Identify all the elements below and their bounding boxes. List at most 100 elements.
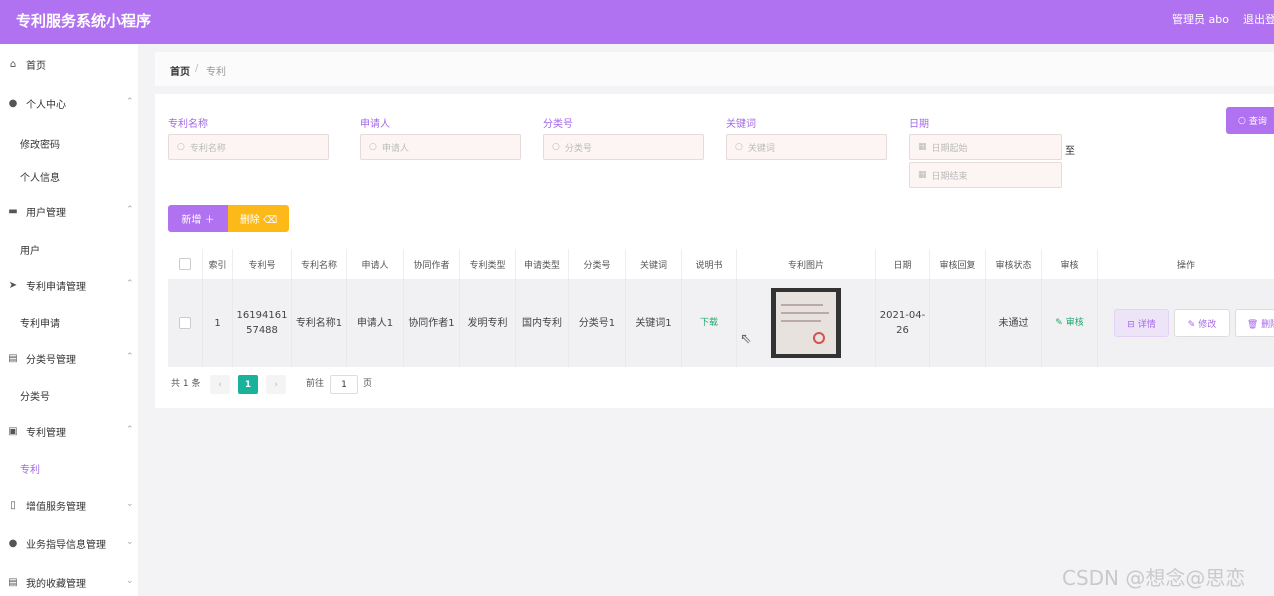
table-header: 索引 专利号 专利名称 申请人 协同作者 专利类型 申请类型 分类号 关键词 说…	[168, 249, 1274, 279]
search-applicant-input[interactable]: ○ 申请人	[360, 134, 521, 160]
sidebar-item-personal-center[interactable]: ● 个人中心 ⌃	[0, 93, 138, 113]
row-delete-button[interactable]: 🗑 删除	[1235, 309, 1274, 337]
col-index: 索引	[203, 249, 233, 279]
date-start-input[interactable]: ▦ 日期起始	[909, 134, 1062, 160]
cell-patent-image	[737, 279, 876, 367]
search-patent-name-input[interactable]: ○ 专利名称	[168, 134, 329, 160]
sidebar-sub-application[interactable]: 专利申请	[20, 315, 60, 330]
doc-icon: ▤	[8, 576, 18, 588]
cell-applicant: 申请人1	[347, 279, 404, 367]
chevron-left-icon: ‹	[218, 379, 222, 390]
page-jump-input[interactable]: 1	[330, 375, 358, 394]
sidebar-item-user-mgmt[interactable]: ▬ 用户管理 ⌃	[0, 201, 138, 221]
detail-button[interactable]: ⊟ 详情	[1114, 309, 1169, 337]
query-button[interactable]: ○ 查询	[1226, 107, 1274, 134]
thumbnail-line	[781, 312, 829, 314]
col-operations: 操作	[1176, 260, 1195, 271]
app-title: 专利服务系统小程序	[16, 12, 152, 30]
home-icon: ⌂	[9, 58, 17, 70]
thumbnail-stamp	[813, 332, 825, 344]
logout-link[interactable]: 退出登	[1243, 13, 1274, 26]
folder-icon: ▬	[8, 205, 18, 217]
sidebar-sub-change-password[interactable]: 修改密码	[20, 136, 60, 151]
sidebar-item-application-mgmt[interactable]: ➤ 专利申请管理 ⌃	[0, 275, 138, 295]
row-checkbox[interactable]	[179, 317, 191, 329]
thumbnail-line	[781, 304, 823, 306]
next-page-button[interactable]: ›	[266, 375, 286, 394]
sidebar-item-home[interactable]: ⌂ 首页	[0, 54, 138, 74]
sidebar-item-class-mgmt[interactable]: ▤ 分类号管理 ⌃	[0, 348, 138, 368]
search-class-input[interactable]: ○ 分类号	[543, 134, 704, 160]
sidebar-sub-user[interactable]: 用户	[20, 242, 40, 257]
sidebar-item-guidance[interactable]: ● 业务指导信息管理 ⌄	[0, 533, 138, 553]
cell-index: 1	[203, 279, 233, 367]
top-right-area: 管理员 abo 退出登	[1172, 11, 1274, 27]
label-date: 日期	[909, 119, 929, 130]
col-review-reply: 审核回复	[930, 249, 986, 279]
col-manual: 说明书	[682, 249, 737, 279]
col-patent-no: 专利号	[233, 249, 292, 279]
cell-review-status: 未通过	[986, 279, 1042, 367]
admin-user: 管理员 abo	[1172, 13, 1229, 26]
col-date: 日期	[876, 249, 930, 279]
pagination-total: 共 1 条	[171, 379, 201, 389]
cell-patent-type: 发明专利	[460, 279, 516, 367]
edit-button[interactable]: ✎ 修改	[1174, 309, 1230, 337]
calendar-icon: ▦	[918, 170, 927, 180]
select-all-checkbox[interactable]	[179, 258, 191, 270]
sidebar: ⌂ 首页 ● 个人中心 ⌃ 修改密码 个人信息 ▬ 用户管理 ⌃ 用户 ➤ 专利申请管理 ⌃ …	[0, 44, 138, 596]
breadcrumb-current: 专利	[206, 67, 226, 78]
add-button[interactable]: 新增 ＋	[168, 205, 228, 232]
col-patent-name: 专利名称	[292, 249, 347, 279]
date-range-separator: 至	[1065, 146, 1075, 157]
col-coauthor: 协同作者	[404, 249, 460, 279]
chevron-up-icon: ⌃	[126, 425, 134, 435]
breadcrumb: 首页 / 专利	[155, 52, 1274, 86]
col-keyword: 关键词	[626, 249, 682, 279]
breadcrumb-home[interactable]: 首页	[170, 63, 190, 78]
sidebar-item-favorites[interactable]: ▤ 我的收藏管理 ⌄	[0, 572, 138, 592]
chevron-up-icon: ⌃	[126, 97, 134, 107]
chart-icon: ▣	[8, 425, 18, 437]
cell-manual: 下载	[682, 279, 737, 367]
chevron-down-icon: ⌄	[126, 499, 134, 509]
cell-class-no: 分类号1	[569, 279, 626, 367]
col-class-no: 分类号	[569, 249, 626, 279]
pin-icon: ●	[8, 537, 18, 549]
col-applicant: 申请人	[347, 249, 404, 279]
sidebar-sub-patent[interactable]: 专利	[20, 461, 40, 476]
send-icon: ➤	[8, 279, 18, 291]
goto-label: 前往	[306, 379, 325, 389]
chevron-down-icon: ⌄	[126, 537, 134, 547]
phone-icon: ▯	[10, 499, 16, 511]
sidebar-sub-class[interactable]: 分类号	[20, 388, 50, 403]
top-bar: 专利服务系统小程序 管理员 abo 退出登	[0, 0, 1274, 44]
cell-patent-name: 专利名称1	[292, 279, 347, 367]
label-applicant: 申请人	[360, 119, 390, 130]
date-end-input[interactable]: ▦ 日期结束	[909, 162, 1062, 188]
thumbnail-paper	[776, 292, 836, 354]
cell-apply-type: 国内专利	[516, 279, 569, 367]
download-link[interactable]: 下载	[700, 316, 718, 331]
delete-button[interactable]: 删除 ⌫	[228, 205, 289, 232]
prev-page-button[interactable]: ‹	[210, 375, 230, 394]
label-patent-name: 专利名称	[168, 119, 208, 130]
select-all-cell	[168, 249, 203, 279]
chevron-down-icon: ⌄	[126, 576, 134, 586]
row-select-cell	[168, 279, 203, 367]
page-1-button[interactable]: 1	[238, 375, 258, 394]
sidebar-item-patent-mgmt[interactable]: ▣ 专利管理 ⌃	[0, 421, 138, 441]
review-link[interactable]: ✎ 审核	[1055, 316, 1083, 331]
patent-image-thumbnail[interactable]	[771, 288, 841, 358]
col-review: 审核	[1042, 249, 1098, 279]
sidebar-item-value-service[interactable]: ▯ 增值服务管理 ⌄	[0, 495, 138, 515]
sidebar-sub-personal-info[interactable]: 个人信息	[20, 169, 60, 184]
thumbnail-line	[781, 320, 821, 322]
search-icon: ○	[177, 142, 185, 152]
search-keyword-input[interactable]: ○ 关键词	[726, 134, 887, 160]
breadcrumb-separator: /	[195, 63, 199, 74]
label-keyword: 关键词	[726, 119, 756, 130]
page-unit-label: 页	[363, 379, 373, 389]
label-class-no: 分类号	[543, 119, 573, 130]
cell-keyword: 关键词1	[626, 279, 682, 367]
